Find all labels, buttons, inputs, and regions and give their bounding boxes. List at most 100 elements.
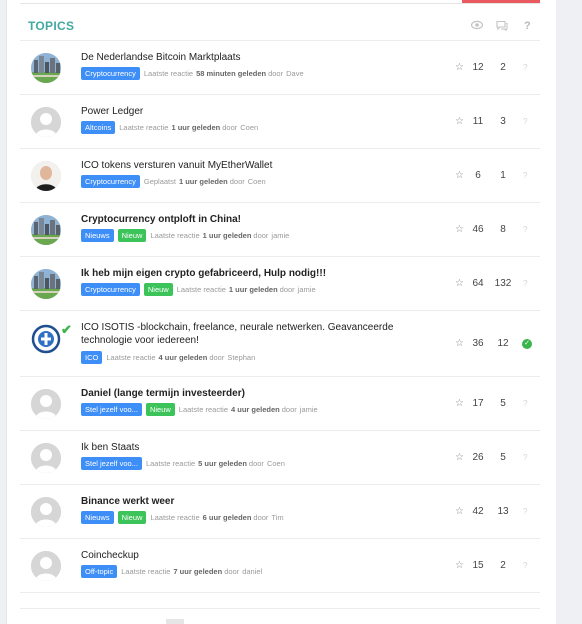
category-tag[interactable]: Cryptocurrency <box>81 66 140 80</box>
default-avatar[interactable] <box>31 497 61 527</box>
topic-meta: Cryptocurrency Geplaatst 1 uur geleden door… <box>81 174 266 188</box>
meta-prefix: Laatste reactie <box>121 566 171 576</box>
topic-title-link[interactable]: Power Ledger <box>81 105 441 118</box>
category-tag[interactable]: Nieuw <box>117 510 147 524</box>
meta-user-link[interactable]: Coen <box>248 177 266 186</box>
meta-prefix: Laatste reactie <box>150 230 200 240</box>
topic-title-link[interactable]: Cryptocurrency ontploft in China! <box>81 213 441 226</box>
reply-count: 3 <box>500 116 506 127</box>
topic-row[interactable]: Ik heb mijn eigen crypto gefabriceerd, H… <box>20 257 540 311</box>
category-tag[interactable]: Nieuw <box>117 228 147 242</box>
topic-row[interactable]: ✔ ICO ISOTIS -blockchain, freelance, neur… <box>20 311 540 377</box>
topic-row[interactable]: Cryptocurrency ontploft in China! Nieuws N… <box>20 203 540 257</box>
meta-time: 4 uur geleden <box>158 352 208 362</box>
category-tag[interactable]: Nieuws <box>81 228 114 242</box>
category-tag[interactable]: Altcoins <box>81 120 116 134</box>
status-unanswered-icon: ? <box>523 63 528 72</box>
category-tag[interactable]: Nieuws <box>81 510 114 524</box>
category-tag[interactable]: Off-topic <box>81 564 118 578</box>
star-count: 46 <box>472 224 484 235</box>
reply-count: 5 <box>500 398 506 409</box>
meta-time: 5 uur geleden <box>198 458 247 468</box>
meta-time: 1 uur geleden <box>228 284 278 294</box>
star-icon[interactable]: ☆ <box>455 399 465 409</box>
topic-title-link[interactable]: Daniel (lange termijn investeerder) <box>81 387 441 400</box>
topic-row[interactable]: ICO tokens versturen vanuit MyEtherWalle… <box>20 149 540 203</box>
meta-by: door <box>209 352 225 362</box>
meta-user-link[interactable]: Coen <box>240 123 258 132</box>
topic-title-link[interactable]: Coincheckup <box>81 549 441 562</box>
topic-meta: Cryptocurrency Nieuw Laatste reactie 1 uur … <box>81 282 316 296</box>
topic-row[interactable]: Binance werkt weer Nieuws Nieuw Laatste rea… <box>20 485 540 539</box>
default-avatar[interactable] <box>31 443 61 473</box>
topic-title-link[interactable]: Ik ben Staats <box>81 441 441 454</box>
meta-time: 7 uur geleden <box>173 566 223 576</box>
topic-title-link[interactable]: ICO ISOTIS -blockchain, freelance, neura… <box>81 321 441 347</box>
category-tag[interactable]: Stel jezelf voo... <box>81 456 142 470</box>
star-icon[interactable]: ☆ <box>455 117 465 127</box>
default-avatar[interactable] <box>31 389 61 419</box>
user-avatar[interactable] <box>31 53 61 83</box>
star-icon[interactable]: ☆ <box>455 63 465 73</box>
user-avatar[interactable] <box>31 269 61 299</box>
meta-time: 1 uur geleden <box>202 230 252 240</box>
meta-user-link[interactable]: Tim <box>271 513 283 522</box>
star-icon[interactable]: ☆ <box>455 453 465 463</box>
star-count: 17 <box>472 398 484 409</box>
meta-time: 1 uur geleden <box>171 122 221 132</box>
category-tag[interactable]: Nieuw <box>145 402 175 416</box>
meta-user-link[interactable]: jamie <box>298 285 316 294</box>
topic-meta: Cryptocurrency Laatste reactie 58 minuten … <box>81 66 304 80</box>
meta-user-link[interactable]: Dave <box>286 69 304 78</box>
meta-user-link[interactable]: Stephan <box>227 353 255 362</box>
topic-row[interactable]: Power Ledger Altcoins Laatste reactie 1 uur… <box>20 95 540 149</box>
star-icon[interactable]: ☆ <box>455 507 465 517</box>
meta-by: door <box>224 566 240 576</box>
user-avatar[interactable] <box>31 161 61 191</box>
reply-count: 2 <box>500 62 506 73</box>
topic-row[interactable]: Coincheckup Off-topic Laatste reactie 7 uur… <box>20 539 540 593</box>
default-avatar[interactable] <box>31 107 61 137</box>
star-icon[interactable]: ☆ <box>455 225 465 235</box>
verified-check-icon: ✔ <box>61 322 72 337</box>
topic-meta: ICO Laatste reactie 4 uur geleden door Steph… <box>81 350 255 364</box>
meta-user-link[interactable]: jamie <box>271 231 289 240</box>
star-icon[interactable]: ☆ <box>455 561 465 571</box>
meta-by: door <box>248 458 264 468</box>
meta-prefix: Laatste reactie <box>106 352 156 362</box>
topic-row[interactable]: Ik ben Staats Stel jezelf voo... Laatste r… <box>20 431 540 485</box>
meta-user-link[interactable]: jamie <box>300 405 318 414</box>
topic-title-link[interactable]: Ik heb mijn eigen crypto gefabriceerd, H… <box>81 267 441 280</box>
star-icon[interactable]: ☆ <box>455 279 465 289</box>
topic-meta: Nieuws Nieuw Laatste reactie 1 uur geleden d… <box>81 228 289 242</box>
user-avatar[interactable] <box>31 215 61 245</box>
star-count: 64 <box>472 278 484 289</box>
status-help-icon: ? <box>524 20 531 32</box>
topics-header: TOPICS ? <box>20 4 540 41</box>
star-count: 26 <box>472 452 484 463</box>
meta-user-link[interactable]: daniel <box>242 567 262 576</box>
user-avatar[interactable] <box>31 324 61 354</box>
reply-count: 5 <box>500 452 506 463</box>
topic-title-link[interactable]: ICO tokens versturen vanuit MyEtherWalle… <box>81 159 441 172</box>
star-icon[interactable]: ☆ <box>455 339 465 349</box>
list-bottom-divider <box>20 608 540 609</box>
category-tag[interactable]: Stel jezelf voo... <box>81 402 142 416</box>
category-tag[interactable]: ICO <box>81 350 103 364</box>
star-icon[interactable]: ☆ <box>455 171 465 181</box>
category-tag[interactable]: Cryptocurrency <box>81 174 140 188</box>
star-count: 36 <box>472 338 484 349</box>
topic-title-link[interactable]: De Nederlandse Bitcoin Marktplaats <box>81 51 441 64</box>
topic-row[interactable]: De Nederlandse Bitcoin Marktplaats Crypto… <box>20 41 540 95</box>
pagination-stub[interactable] <box>166 619 184 624</box>
meta-prefix: Laatste reactie <box>176 284 226 294</box>
default-avatar[interactable] <box>31 551 61 581</box>
topic-title-link[interactable]: Binance werkt weer <box>81 495 441 508</box>
meta-user-link[interactable]: Coen <box>267 459 285 468</box>
category-tag[interactable]: Cryptocurrency <box>81 282 140 296</box>
topic-row[interactable]: Daniel (lange termijn investeerder) Stel … <box>20 377 540 431</box>
meta-by: door <box>253 230 269 240</box>
comments-icon <box>496 20 508 32</box>
category-tag[interactable]: Nieuw <box>143 282 173 296</box>
meta-prefix: Laatste reactie <box>119 122 169 132</box>
